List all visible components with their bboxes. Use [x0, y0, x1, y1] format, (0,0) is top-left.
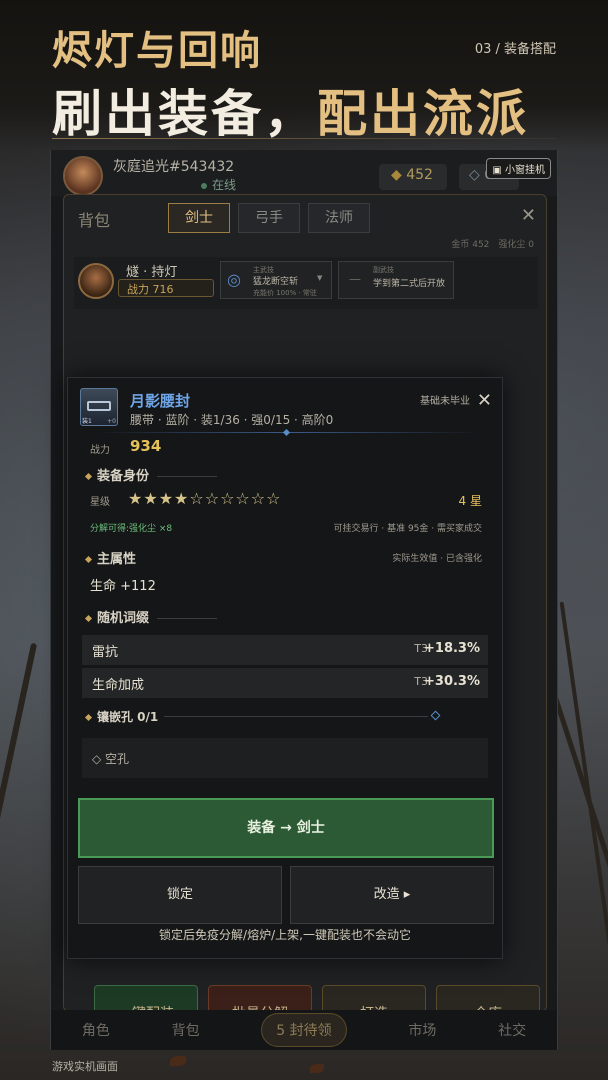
tab-archer[interactable]: 弓手 [238, 203, 300, 233]
leaf [310, 1064, 324, 1073]
socket-header: 镶嵌孔 0/1 [84, 708, 158, 725]
item-power: 934 [130, 437, 162, 455]
close-icon[interactable]: ✕ [521, 205, 536, 226]
bullet-icon [84, 555, 93, 564]
caption: 游戏实机画面 [52, 1060, 118, 1073]
class-tabs: 剑士 弓手 法师 [168, 203, 370, 233]
socket-diamond-icon [430, 710, 441, 721]
main-attr-hint: 实际生效值 · 已含强化 [392, 554, 482, 564]
window-icon: ▣ [492, 165, 505, 176]
headline: 刷出装备，配出流派 [52, 85, 529, 143]
star-label: 星级 [90, 497, 110, 508]
top-bar: 灰庭追光#543432 在线 ◆ 452 ◇ 0 ▣ 小窗挂机 [51, 150, 557, 196]
gem-icon: ◇ [469, 167, 485, 183]
inventory-title: 背包 [78, 211, 111, 230]
skill-name: 学到第二式后开放 [373, 279, 446, 289]
diamond-icon [282, 428, 291, 437]
power-label: 战力 [90, 445, 110, 456]
hero-card: 燧 · 持灯 战力 716 ◎ 主武技 猛龙断空斩 充能价 100% · 常驻 … [74, 257, 538, 309]
divider [164, 716, 428, 717]
nav-character[interactable]: 角色 [82, 1020, 110, 1040]
main-skill-slot[interactable]: ◎ 主武技 猛龙断空斩 充能价 100% · 常驻 ▼ [220, 261, 332, 299]
star-rating: ★★★★☆☆☆☆☆☆ [128, 489, 282, 508]
nav-market[interactable]: 市场 [408, 1020, 436, 1040]
avatar[interactable] [63, 156, 103, 196]
main-stat: 生命 +112 [90, 579, 156, 594]
username: 灰庭追光#543432 [113, 159, 235, 175]
coin-counter: ◆ 452 [379, 164, 447, 190]
skill-tag: 副武技 [373, 266, 394, 274]
item-tag: 基础未毕业 [420, 396, 470, 407]
game-title: 烬灯与回响 [52, 28, 262, 74]
currency-summary: 金币 452 强化尘 0 [451, 240, 534, 250]
tab-mage[interactable]: 法师 [308, 203, 370, 233]
section-affixes: 随机词缀 [84, 607, 218, 626]
star-value: 4 星 [458, 494, 482, 508]
divider [96, 428, 480, 437]
hero-power: 战力 716 [118, 279, 214, 297]
empty-socket[interactable]: ◇ 空孔 [82, 738, 488, 778]
affix-row: 雷抗 T3 +18.3% [82, 635, 488, 665]
belt-icon [87, 401, 111, 411]
skill-swirl-icon: ◎ [227, 270, 241, 289]
online-status: 在线 [201, 176, 236, 193]
equip-button[interactable]: 装备 → 剑士 [78, 798, 494, 858]
hero-avatar[interactable] [78, 263, 114, 299]
status-dot-icon [201, 182, 207, 189]
decompose-yield: 分解可得:强化尘 ×8 [90, 524, 173, 534]
section-identity: 装备身份 [84, 465, 218, 484]
skill-name: 猛龙断空斩 [253, 277, 299, 287]
leaf [170, 1056, 186, 1066]
item-level: 装1 [82, 418, 92, 425]
divider [52, 138, 556, 139]
sub-skill-slot[interactable]: — 副武技 学到第二式后开放 [338, 261, 454, 299]
bottom-nav: 角色 背包 5 封待领 市场 社交 [51, 1010, 557, 1050]
item-name: 月影腰封 [130, 392, 191, 410]
affix-row: 生命加成 T3 +30.3% [82, 668, 488, 698]
trade-info: 可挂交易行 · 基准 95金 · 需买家成交 [333, 524, 482, 534]
page-number: 03 / 装备搭配 [474, 42, 556, 57]
bullet-icon [84, 472, 93, 481]
modify-button[interactable]: 改造 ▸ [290, 866, 494, 924]
nav-mail[interactable]: 5 封待领 [261, 1013, 347, 1047]
lock-hint: 锁定后免疫分解/熔炉/上架,一键配装也不会动它 [159, 928, 411, 942]
tab-swordsman[interactable]: 剑士 [168, 203, 230, 233]
dropdown-icon: ▼ [317, 274, 323, 282]
close-icon[interactable]: ✕ [477, 390, 492, 411]
bullet-icon [84, 614, 93, 623]
item-plus: +0 [107, 418, 116, 425]
dash-icon: — [349, 272, 361, 286]
nav-social[interactable]: 社交 [498, 1020, 526, 1040]
lock-button[interactable]: 锁定 [78, 866, 282, 924]
item-icon: 装1 +0 [80, 388, 118, 426]
section-main-attr: 主属性 [84, 548, 136, 567]
nav-bag[interactable]: 背包 [172, 1020, 200, 1040]
item-meta: 腰带 · 蓝阶 · 装1/36 · 强0/15 · 高阶0 [130, 413, 334, 427]
skill-sub: 充能价 100% · 常驻 [253, 289, 317, 297]
item-detail-modal: 装1 +0 月影腰封 腰带 · 蓝阶 · 装1/36 · 强0/15 · 高阶0… [67, 377, 503, 959]
coin-icon: ◆ [391, 167, 407, 183]
hero-name: 燧 · 持灯 [126, 265, 178, 280]
bullet-icon [84, 713, 93, 722]
afk-window-button[interactable]: ▣ 小窗挂机 [486, 158, 551, 179]
